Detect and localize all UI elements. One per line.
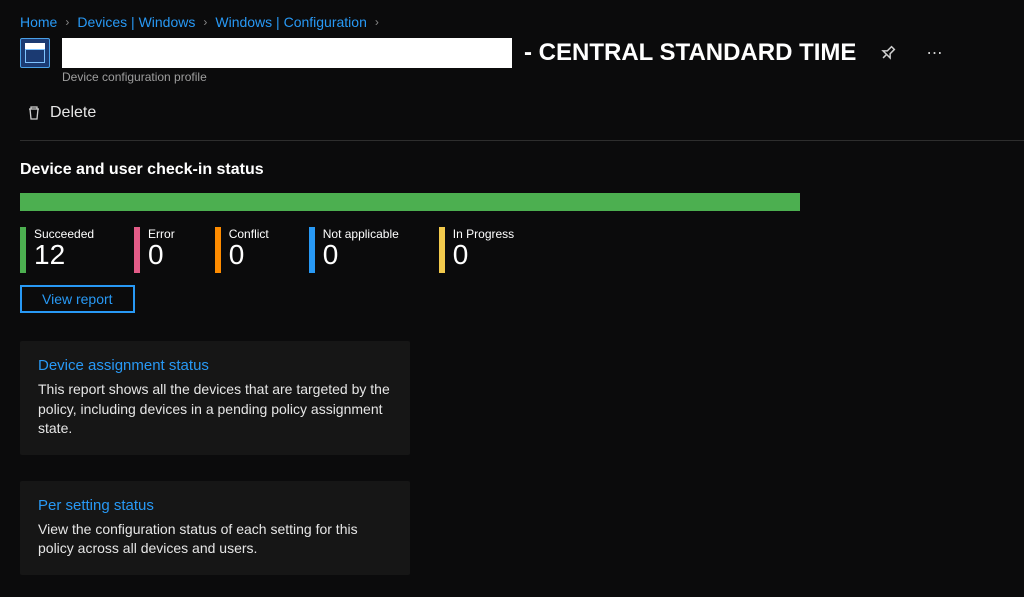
stat-color-progress (439, 227, 445, 273)
card-description: This report shows all the devices that a… (38, 380, 392, 439)
page-header: - CENTRAL STANDARD TIME ⋯ (20, 38, 1004, 70)
status-stats: Succeeded 12 Error 0 Conflict 0 Not appl… (20, 211, 1004, 285)
stat-value: 0 (148, 241, 175, 269)
profile-icon (20, 38, 50, 68)
view-report-button[interactable]: View report (20, 285, 135, 313)
breadcrumb-home[interactable]: Home (20, 14, 57, 30)
stat-conflict: Conflict 0 (215, 227, 269, 273)
pin-icon (877, 42, 900, 65)
stat-color-error (134, 227, 140, 273)
section-title: Device and user check-in status (20, 141, 1004, 193)
stat-color-succeeded (20, 227, 26, 273)
chevron-right-icon: › (65, 15, 69, 29)
stat-not-applicable: Not applicable 0 (309, 227, 399, 273)
breadcrumb-devices[interactable]: Devices | Windows (77, 14, 195, 30)
pin-button[interactable] (874, 39, 902, 67)
more-button[interactable]: ⋯ (920, 39, 948, 67)
status-progress-bar (20, 193, 800, 211)
chevron-right-icon: › (203, 15, 207, 29)
stat-succeeded: Succeeded 12 (20, 227, 94, 273)
breadcrumb-config[interactable]: Windows | Configuration (215, 14, 366, 30)
breadcrumb: Home › Devices | Windows › Windows | Con… (20, 0, 1004, 38)
page-title-suffix: - CENTRAL STANDARD TIME (524, 39, 856, 67)
card-device-assignment[interactable]: Device assignment status This report sho… (20, 341, 410, 455)
ellipsis-icon: ⋯ (926, 43, 942, 63)
stat-in-progress: In Progress 0 (439, 227, 514, 273)
page-subtitle: Device configuration profile (62, 70, 1004, 98)
stat-value: 0 (229, 241, 269, 269)
delete-label: Delete (50, 104, 96, 122)
stat-error: Error 0 (134, 227, 175, 273)
delete-button[interactable]: Delete (20, 98, 1024, 141)
stat-color-na (309, 227, 315, 273)
card-title: Per setting status (38, 497, 392, 520)
stat-value: 0 (323, 241, 399, 269)
trash-icon (26, 105, 42, 121)
title-redacted (62, 38, 512, 68)
card-title: Device assignment status (38, 357, 392, 380)
card-description: View the configuration status of each se… (38, 520, 392, 559)
stat-color-conflict (215, 227, 221, 273)
chevron-right-icon: › (375, 15, 379, 29)
card-per-setting-status[interactable]: Per setting status View the configuratio… (20, 481, 410, 575)
stat-value: 12 (34, 241, 94, 269)
stat-value: 0 (453, 241, 514, 269)
